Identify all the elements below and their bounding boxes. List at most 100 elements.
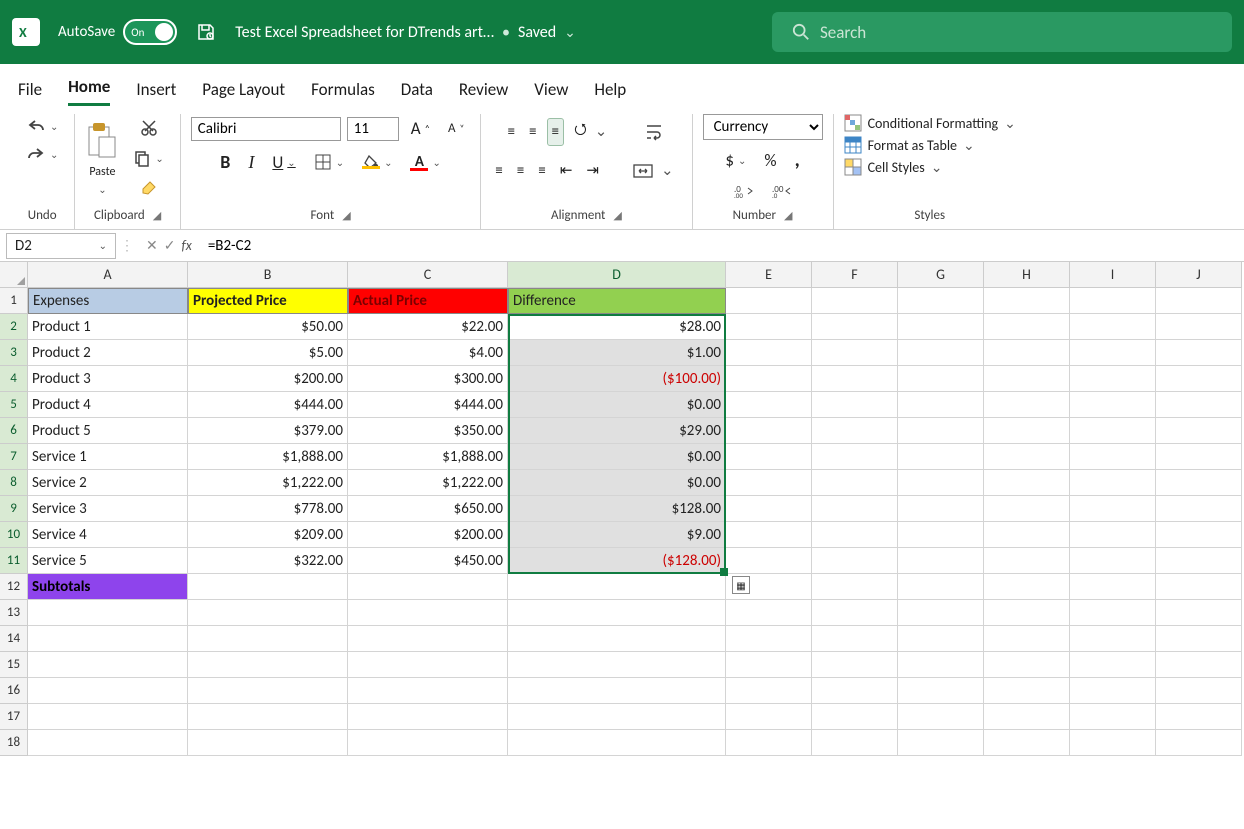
- row-header-13[interactable]: 13: [0, 600, 28, 626]
- col-header-E[interactable]: E: [726, 262, 812, 288]
- cell[interactable]: [508, 652, 726, 678]
- tab-insert[interactable]: Insert: [136, 73, 176, 106]
- underline-button[interactable]: U⌄: [266, 148, 301, 177]
- cell[interactable]: [812, 340, 898, 366]
- cell[interactable]: [1156, 574, 1242, 600]
- cell[interactable]: [348, 704, 508, 730]
- cell[interactable]: $1,888.00: [348, 444, 508, 470]
- col-header-F[interactable]: F: [812, 262, 898, 288]
- cell[interactable]: [812, 444, 898, 470]
- document-title[interactable]: Test Excel Spreadsheet for DTrends art… …: [235, 23, 576, 42]
- cell[interactable]: [1070, 730, 1156, 756]
- cell[interactable]: [898, 652, 984, 678]
- cell[interactable]: [1156, 626, 1242, 652]
- cell[interactable]: [898, 730, 984, 756]
- cell[interactable]: [1156, 600, 1242, 626]
- row-header-6[interactable]: 6: [0, 418, 28, 444]
- cell[interactable]: [1070, 678, 1156, 704]
- font-name-select[interactable]: [191, 117, 341, 141]
- cell[interactable]: [984, 340, 1070, 366]
- cell[interactable]: [1070, 548, 1156, 574]
- cell[interactable]: [188, 626, 348, 652]
- cell[interactable]: [1070, 392, 1156, 418]
- cell[interactable]: [348, 600, 508, 626]
- cell[interactable]: Product 1: [28, 314, 188, 340]
- cell[interactable]: [726, 444, 812, 470]
- col-header-C[interactable]: C: [348, 262, 508, 288]
- cell[interactable]: Actual Price: [348, 288, 508, 314]
- row-header-5[interactable]: 5: [0, 392, 28, 418]
- cell[interactable]: [726, 548, 812, 574]
- increase-font-button[interactable]: A˄: [405, 114, 436, 143]
- cell[interactable]: [1070, 522, 1156, 548]
- cell[interactable]: Service 4: [28, 522, 188, 548]
- align-bottom-button[interactable]: ≡: [547, 118, 564, 146]
- cell[interactable]: [188, 730, 348, 756]
- cell[interactable]: [898, 288, 984, 314]
- cell[interactable]: [726, 678, 812, 704]
- cell[interactable]: [898, 470, 984, 496]
- tab-formulas[interactable]: Formulas: [311, 73, 375, 106]
- wrap-text-button[interactable]: [641, 119, 669, 145]
- increase-decimal-button[interactable]: .0.00: [728, 180, 760, 202]
- cell[interactable]: [348, 574, 508, 600]
- cancel-formula-icon[interactable]: ✕: [146, 237, 158, 254]
- increase-indent-button[interactable]: ⇥: [582, 157, 603, 184]
- save-icon[interactable]: [195, 21, 217, 43]
- search-input[interactable]: [820, 22, 1212, 43]
- cell[interactable]: $1,222.00: [188, 470, 348, 496]
- row-header-2[interactable]: 2: [0, 314, 28, 340]
- chevron-down-icon[interactable]: ⌄: [564, 24, 576, 41]
- cell[interactable]: $200.00: [188, 366, 348, 392]
- cell[interactable]: [508, 626, 726, 652]
- cell[interactable]: [1156, 496, 1242, 522]
- cell[interactable]: [726, 314, 812, 340]
- cell[interactable]: $778.00: [188, 496, 348, 522]
- cell[interactable]: [898, 392, 984, 418]
- number-format-select[interactable]: Currency: [703, 114, 823, 140]
- cell[interactable]: Product 5: [28, 418, 188, 444]
- cell[interactable]: [1070, 704, 1156, 730]
- row-header-16[interactable]: 16: [0, 678, 28, 704]
- cell[interactable]: [812, 366, 898, 392]
- format-as-table-button[interactable]: Format as Table⌄: [844, 136, 975, 154]
- cell[interactable]: [726, 704, 812, 730]
- row-header-18[interactable]: 18: [0, 730, 28, 756]
- cell[interactable]: [28, 704, 188, 730]
- cell[interactable]: [984, 678, 1070, 704]
- row-header-11[interactable]: 11: [0, 548, 28, 574]
- cell[interactable]: [812, 730, 898, 756]
- undo-button[interactable]: ⌄: [20, 114, 64, 138]
- cell[interactable]: [898, 366, 984, 392]
- cell[interactable]: [726, 366, 812, 392]
- cell[interactable]: [726, 418, 812, 444]
- comma-format-button[interactable]: ,: [789, 144, 806, 176]
- cell[interactable]: [348, 730, 508, 756]
- clipboard-dialog-launcher[interactable]: ◢: [153, 209, 161, 222]
- cell[interactable]: $444.00: [188, 392, 348, 418]
- cell[interactable]: [726, 522, 812, 548]
- cell[interactable]: [348, 678, 508, 704]
- cell[interactable]: [812, 652, 898, 678]
- cell[interactable]: [188, 678, 348, 704]
- cell[interactable]: [726, 626, 812, 652]
- cell[interactable]: [1156, 704, 1242, 730]
- cell[interactable]: [28, 678, 188, 704]
- cell[interactable]: [1156, 288, 1242, 314]
- cell[interactable]: $28.00: [508, 314, 726, 340]
- cell[interactable]: [508, 574, 726, 600]
- cell[interactable]: [812, 704, 898, 730]
- cell[interactable]: [812, 392, 898, 418]
- borders-button[interactable]: ⌄: [308, 149, 350, 175]
- cell[interactable]: Subtotals: [28, 574, 188, 600]
- font-dialog-launcher[interactable]: ◢: [342, 209, 350, 222]
- cell[interactable]: $350.00: [348, 418, 508, 444]
- cut-button[interactable]: [127, 115, 169, 141]
- cell[interactable]: [726, 730, 812, 756]
- cell[interactable]: [508, 704, 726, 730]
- align-left-button[interactable]: ≡: [491, 158, 506, 184]
- cell[interactable]: [1156, 678, 1242, 704]
- cell[interactable]: $209.00: [188, 522, 348, 548]
- toggle-switch[interactable]: On: [123, 19, 177, 45]
- cell[interactable]: Service 1: [28, 444, 188, 470]
